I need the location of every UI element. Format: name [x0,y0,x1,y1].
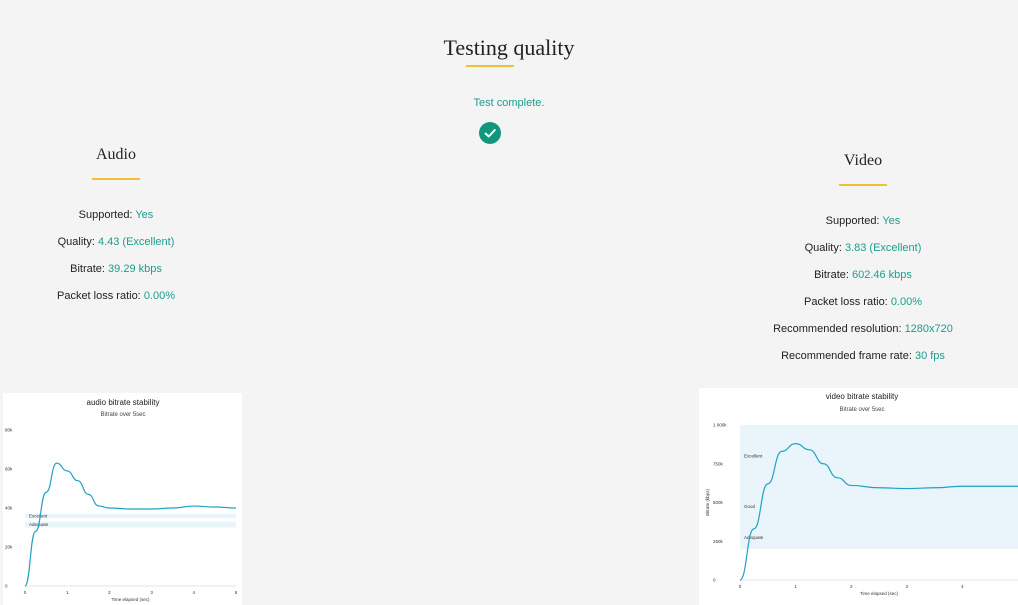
status-text: Test complete. [473,97,545,109]
audio-packet-loss: Packet loss ratio: 0.00% [56,290,176,302]
audio-band-adequate [25,521,236,528]
audio-chart-card: audio bitrate stability Bitrate over 5sec… [3,393,242,605]
video-x-axis-label: Time elapsed (sec) [860,591,899,596]
audio-x-tick: 2 [108,590,111,595]
video-chart-subtitle: Bitrate over 5sec [839,407,884,413]
audio-chart-subtitle: Bitrate over 5sec [100,412,145,418]
video-y-tick: 0 [713,578,716,583]
video-stats: Supported: Yes Quality: 3.83 (Excellent)… [743,214,983,376]
audio-stats: Supported: Yes Quality: 4.43 (Excellent)… [16,208,216,316]
video-y-axis-label: Bitrate (kbps) [705,489,710,516]
audio-chart-title: audio bitrate stability [87,398,160,407]
video-chart-card: video bitrate stability Bitrate over 5sec… [699,388,1018,605]
video-y-tick: 500k [713,500,724,505]
video-quality: Quality: 3.83 (Excellent) [804,242,922,254]
audio-x-tick: 1 [66,590,69,595]
check-circle-icon [479,122,501,144]
video-band-excellent [740,425,1018,487]
video-x-tick: 3 [906,584,909,589]
audio-x-tick: 5 [235,590,238,595]
video-x-tick: 2 [850,584,853,589]
video-resolution: Recommended resolution: 1280x720 [773,323,953,335]
audio-quality: Quality: 4.43 (Excellent) [57,236,175,248]
audio-bitrate-chart: audio bitrate stability Bitrate over 5sec… [5,398,238,602]
video-x-tick: 4 [961,584,964,589]
video-band-adequate [740,525,1018,549]
audio-title: Audio [96,146,136,163]
video-y-tick: 750k [713,461,724,466]
video-bitrate: Bitrate: 602.46 kbps [814,269,912,281]
audio-y-tick: 60k [5,467,13,472]
audio-divider [92,178,140,180]
audio-x-tick: 3 [150,590,153,595]
video-frame-rate: Recommended frame rate: 30 fps [781,350,945,362]
audio-y-tick: 80k [5,428,13,433]
audio-supported: Supported: Yes [78,209,154,221]
video-title: Video [843,152,883,169]
video-x-tick: 0 [739,584,742,589]
video-packet-loss: Packet loss ratio: 0.00% [803,296,923,308]
video-band-label-excellent: Excellent [744,454,763,459]
video-bitrate-chart: video bitrate stability Bitrate over 5sec… [705,392,1018,596]
video-y-tick: 250k [713,539,724,544]
video-band-label-adequate: Adequate [744,535,764,540]
audio-y-tick: 20k [5,545,13,550]
audio-x-axis-label: Time elapsed (sec) [111,597,150,602]
page-title: Testing quality [443,34,575,60]
video-y-tick: 1 000k [713,423,727,428]
title-divider [466,65,514,67]
audio-y-tick: 40k [5,506,13,511]
audio-band-excellent [25,513,236,518]
video-band-good [740,487,1018,526]
video-divider [839,184,887,186]
video-chart-title: video bitrate stability [826,392,898,401]
audio-x-tick: 4 [193,590,196,595]
audio-x-tick: 0 [24,590,27,595]
video-supported: Supported: Yes [825,215,901,227]
audio-y-tick: 0 [5,584,8,589]
video-band-label-good: Good [744,504,756,509]
video-x-tick: 1 [794,584,797,589]
audio-bitrate: Bitrate: 39.29 kbps [70,263,162,275]
audio-band-label-excellent: Excellent [29,513,48,518]
